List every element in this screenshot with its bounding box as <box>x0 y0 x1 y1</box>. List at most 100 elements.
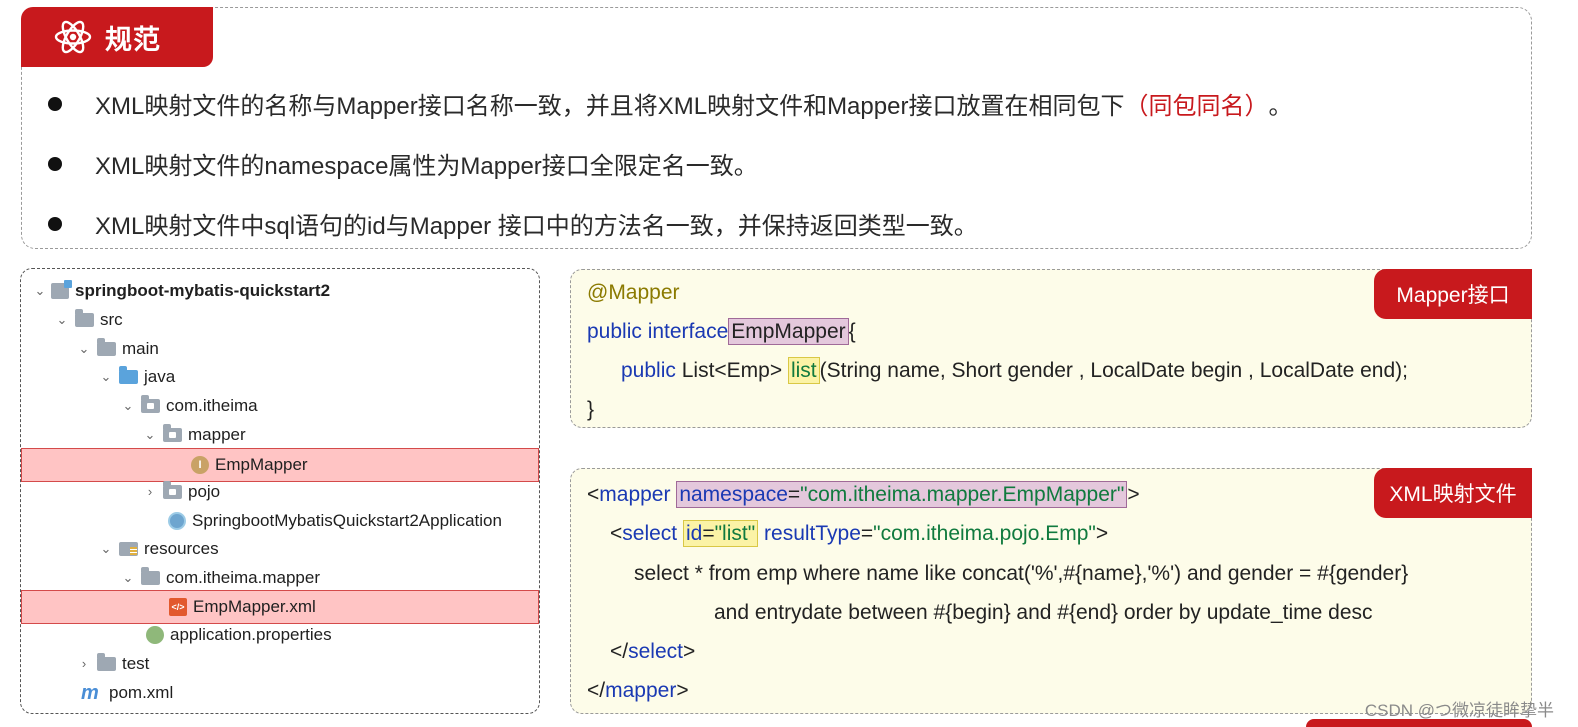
folder-icon <box>141 566 160 585</box>
tree-item-empmapper-xml[interactable]: </> EmpMapper.xml <box>21 590 539 624</box>
rule-item: XML映射文件的namespace属性为Mapper接口全限定名一致。 <box>48 146 758 181</box>
maven-icon: m <box>81 681 99 704</box>
tree-item-label: pojo <box>188 481 221 501</box>
namespace-highlight: namespace="com.itheima.mapper.EmpMapper" <box>676 481 1128 508</box>
annotation-token: @Mapper <box>587 281 680 304</box>
rule-item: XML映射文件中sql语句的id与Mapper 接口中的方法名一致，并保持返回类… <box>48 206 978 241</box>
code-token: </ <box>587 679 606 702</box>
tree-item-label: EmpMapper.xml <box>193 597 316 616</box>
rule-text: XML映射文件的名称与Mapper接口名称一致，并且将XML映射文件和Mappe… <box>95 93 1125 120</box>
folder-icon <box>97 337 116 356</box>
code-token: > <box>1127 483 1140 506</box>
chevron-down-icon[interactable]: ⌄ <box>99 541 113 557</box>
code-token: = <box>787 483 801 506</box>
tree-item-label: com.itheima.mapper <box>166 567 321 587</box>
code-line: } <box>587 398 594 422</box>
tree-item-label: java <box>144 366 176 386</box>
tree-item-project[interactable]: ⌄ springboot-mybatis-quickstart2 <box>21 276 539 305</box>
chevron-down-icon[interactable]: ⌄ <box>33 283 47 299</box>
string-token: "com.itheima.mapper.EmpMapper" <box>800 483 1125 506</box>
chevron-down-icon[interactable]: ⌄ <box>77 341 91 357</box>
tree-item-mapper[interactable]: ⌄ mapper <box>21 420 539 449</box>
tree-item-label: pom.xml <box>109 682 174 702</box>
bullet-icon <box>48 96 62 111</box>
attr-token: id <box>685 522 703 545</box>
rules-title: 规范 <box>105 24 161 55</box>
properties-icon <box>146 625 164 644</box>
code-token: (String name, Short gender , LocalDate b… <box>819 359 1408 382</box>
tree-item-main[interactable]: ⌄ main <box>21 334 539 363</box>
attr-token: resultType <box>764 522 861 545</box>
tree-item-test[interactable]: › test <box>21 649 539 678</box>
code-token: = <box>702 522 715 545</box>
watermark: CSDN @つ微凉徒眸挚半 <box>1364 701 1554 720</box>
rule-text: XML映射文件的namespace属性为Mapper接口全限定名一致。 <box>95 153 758 180</box>
code-token: </ <box>610 640 629 663</box>
tree-item-application-properties[interactable]: application.properties <box>21 620 539 649</box>
tree-item-com-itheima-mapper[interactable]: ⌄ com.itheima.mapper <box>21 563 539 592</box>
string-token: "list" <box>714 522 756 545</box>
xml-file-icon: </> <box>169 598 187 616</box>
tree-item-label: com.itheima <box>166 395 258 415</box>
chevron-down-icon[interactable]: ⌄ <box>143 427 157 443</box>
code-token: < <box>610 522 623 545</box>
rule-highlight: （同包同名） <box>1124 93 1269 120</box>
chevron-down-icon[interactable]: ⌄ <box>121 570 135 586</box>
source-folder-icon <box>119 365 138 384</box>
tag-token: mapper <box>605 679 677 702</box>
string-token: "com.itheima.pojo.Emp" <box>873 522 1096 545</box>
code-token: List<Emp> <box>681 359 783 382</box>
resources-folder-icon <box>119 541 138 556</box>
tree-item-label: test <box>122 653 150 673</box>
code-token: { <box>848 320 856 343</box>
id-highlight: id="list" <box>682 520 759 547</box>
tree-item-application-class[interactable]: SpringbootMybatisQuickstart2Application <box>21 506 539 535</box>
folder-icon <box>97 652 116 671</box>
tree-item-label: main <box>122 338 159 358</box>
attr-token: namespace <box>679 483 788 506</box>
interface-name-highlight: EmpMapper <box>728 318 849 345</box>
tree-item-src[interactable]: ⌄ src <box>21 305 539 334</box>
tree-item-resources[interactable]: ⌄ resources <box>21 534 539 563</box>
atom-icon <box>54 20 92 54</box>
rules-header: 规范 <box>21 7 213 67</box>
code-token: < <box>587 483 600 506</box>
tree-item-pom[interactable]: m pom.xml <box>21 678 539 707</box>
package-icon <box>141 394 160 413</box>
code-line: <mapper namespace="com.itheima.mapper.Em… <box>587 481 1140 508</box>
tree-item-label: resources <box>144 538 219 558</box>
chevron-down-icon[interactable]: ⌄ <box>121 398 135 414</box>
tree-item-label: EmpMapper <box>215 455 308 474</box>
tree-item-java[interactable]: ⌄ java <box>21 362 539 391</box>
code-line: </select> <box>610 640 695 664</box>
code-token: > <box>682 640 696 663</box>
chevron-right-icon[interactable]: › <box>143 484 157 499</box>
package-icon <box>163 480 182 499</box>
method-name-highlight: list <box>787 357 820 384</box>
code-line: public interface EmpMapper{ <box>587 318 856 345</box>
chevron-down-icon[interactable]: ⌄ <box>99 369 113 385</box>
code-token: } <box>587 398 595 421</box>
tag-token: select <box>628 640 683 663</box>
tree-item-com-itheima[interactable]: ⌄ com.itheima <box>21 391 539 420</box>
tag-token: mapper <box>599 483 671 506</box>
sql-line: and entrydate between #{begin} and #{end… <box>714 601 1373 624</box>
bullet-icon <box>48 156 62 171</box>
rule-text: XML映射文件中sql语句的id与Mapper 接口中的方法名一致，并保持返回类… <box>95 213 978 240</box>
tag-token: select <box>622 522 678 545</box>
interface-icon: I <box>191 456 209 474</box>
tree-item-label: SpringbootMybatisQuickstart2Application <box>192 510 502 530</box>
chevron-right-icon[interactable]: › <box>77 656 91 671</box>
chevron-down-icon[interactable]: ⌄ <box>55 312 69 328</box>
package-icon <box>163 423 182 442</box>
rule-item: XML映射文件的名称与Mapper接口名称一致，并且将XML映射文件和Mappe… <box>48 86 1292 121</box>
tree-item-pojo[interactable]: › pojo <box>21 477 539 506</box>
code-line: public List<Emp> list (String name, Short… <box>621 357 1408 384</box>
folder-icon <box>75 308 94 327</box>
tree-item-label: src <box>100 309 123 329</box>
code-line: </mapper> <box>587 679 689 703</box>
spring-app-icon <box>168 511 186 530</box>
module-icon <box>51 279 72 299</box>
code-line: <select id="list" resultType = "com.itheim… <box>610 520 1108 547</box>
code-line: @Mapper <box>587 281 680 305</box>
